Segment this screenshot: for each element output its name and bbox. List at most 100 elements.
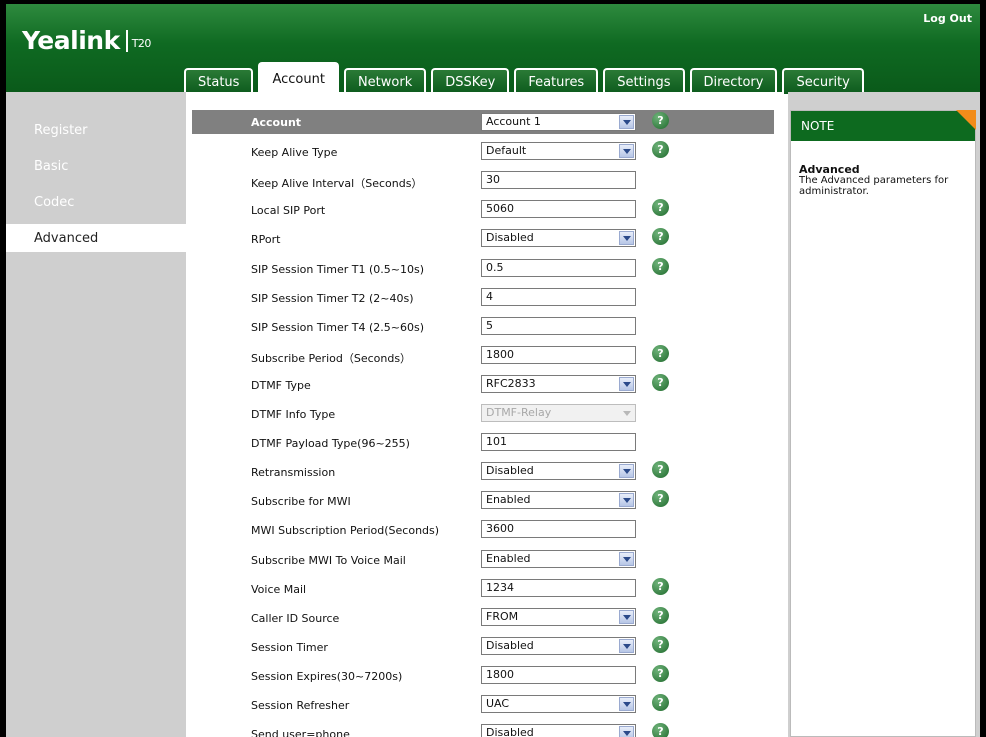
- form-row: Session Expires(30~7200s) 1800?: [186, 662, 786, 691]
- field-label: Subscribe Period（Seconds）: [251, 351, 412, 365]
- tab-security[interactable]: Security: [782, 68, 864, 94]
- help-icon[interactable]: ?: [652, 373, 669, 391]
- subscribe-mwi-to-voice-mail-select[interactable]: Enabled: [481, 549, 636, 568]
- dtmf-type-select[interactable]: RFC2833: [481, 374, 636, 393]
- tab-network[interactable]: Network: [343, 68, 427, 94]
- help-icon[interactable]: ?: [652, 606, 669, 624]
- help-icon[interactable]: ?: [652, 257, 669, 275]
- form-row: DTMF Type RFC2833?: [186, 371, 786, 400]
- sidebar-item-codec[interactable]: Codec: [6, 188, 186, 216]
- mwi-subscription-period-seconds-input[interactable]: 3600: [481, 520, 636, 539]
- field-label: Caller ID Source: [251, 611, 340, 625]
- help-icon[interactable]: ?: [652, 141, 669, 159]
- help-icon[interactable]: ?: [652, 461, 669, 479]
- tab-features[interactable]: Features: [514, 68, 599, 94]
- session-expires-30-7200s-input[interactable]: 1800: [481, 665, 636, 684]
- help-icon[interactable]: ?: [652, 199, 669, 217]
- help-icon[interactable]: ?: [652, 664, 669, 682]
- select-value: FROM: [486, 609, 519, 623]
- chevron-down-icon[interactable]: [619, 726, 634, 737]
- retransmission-select[interactable]: Disabled: [481, 462, 636, 481]
- chevron-down-icon[interactable]: [619, 144, 634, 159]
- tab-directory[interactable]: Directory: [689, 68, 778, 94]
- field-label: Account: [251, 116, 302, 129]
- form-row: MWI Subscription Period(Seconds) 3600: [186, 516, 786, 545]
- header-bar: Yealink T20 Log Out Status Account Network D…: [6, 4, 980, 94]
- chevron-down-icon[interactable]: [619, 464, 634, 479]
- form-row: Subscribe Period（Seconds） 1800?: [186, 342, 786, 371]
- rport-select[interactable]: Disabled: [481, 229, 636, 248]
- select-value: UAC: [486, 697, 510, 710]
- field-label: DTMF Info Type: [251, 408, 336, 421]
- sip-session-timer-t1-0-5-10s-input[interactable]: 0.5: [481, 258, 636, 277]
- keep-alive-interval-seconds-input[interactable]: 30: [481, 171, 636, 190]
- field-label: Subscribe MWI To Voice Mail: [251, 553, 406, 567]
- select-value: Default: [486, 144, 527, 158]
- form-row: SIP Session Timer T1 (0.5~10s) 0.5?: [186, 255, 786, 284]
- select-value: Account 1: [486, 115, 541, 128]
- tab-status[interactable]: Status: [184, 68, 254, 94]
- help-icon[interactable]: ?: [652, 490, 669, 508]
- form-row: Local SIP Port 5060?: [186, 196, 786, 225]
- local-sip-port-input[interactable]: 5060: [481, 200, 636, 219]
- send-user-phone-select[interactable]: Disabled: [481, 724, 636, 737]
- help-icon[interactable]: ?: [652, 112, 669, 129]
- tab-dsskey[interactable]: DSSKey: [431, 68, 510, 94]
- tab-settings[interactable]: Settings: [603, 68, 685, 94]
- select-value: RFC2833: [486, 376, 536, 390]
- help-icon[interactable]: ?: [652, 723, 669, 737]
- help-icon[interactable]: ?: [652, 577, 669, 595]
- account-select[interactable]: Account 1: [481, 113, 636, 131]
- chevron-down-icon[interactable]: [619, 638, 634, 653]
- select-value: Enabled: [486, 551, 531, 565]
- field-label: RPort: [251, 233, 281, 247]
- voice-mail-input[interactable]: 1234: [481, 578, 636, 597]
- note-header: NOTE: [791, 111, 975, 141]
- chevron-down-icon[interactable]: [619, 493, 634, 508]
- field-label: Retransmission: [251, 466, 336, 480]
- field-label: SIP Session Timer T1 (0.5~10s): [251, 262, 424, 276]
- help-icon[interactable]: ?: [652, 694, 669, 711]
- model-name: T20: [131, 37, 152, 50]
- chevron-down-icon[interactable]: [619, 231, 634, 246]
- chevron-down-icon[interactable]: [619, 376, 634, 391]
- session-refresher-select[interactable]: UAC: [481, 695, 636, 713]
- help-icon[interactable]: ?: [652, 228, 669, 246]
- dtmf-payload-type-96-255-input[interactable]: 101: [481, 433, 636, 452]
- field-label: Subscribe for MWI: [251, 495, 351, 509]
- form-row: Session Timer Disabled?: [186, 633, 786, 662]
- tab-account[interactable]: Account: [258, 62, 339, 94]
- field-label: Keep Alive Interval（Seconds）: [251, 177, 423, 191]
- subscribe-period-seconds-input[interactable]: 1800: [481, 345, 636, 364]
- yealink-logo: Yealink T20: [22, 26, 151, 55]
- select-value: Enabled: [486, 493, 531, 507]
- sidebar-item-basic[interactable]: Basic: [6, 152, 186, 180]
- keep-alive-type-select[interactable]: Default: [481, 142, 636, 161]
- form-row: SIP Session Timer T4 (2.5~60s) 5: [186, 313, 786, 342]
- chevron-down-icon[interactable]: [619, 115, 634, 129]
- subscribe-for-mwi-select[interactable]: Enabled: [481, 491, 636, 510]
- sip-session-timer-t4-2-5-60s-input[interactable]: 5: [481, 316, 636, 335]
- note-panel: NOTE Advanced The Advanced parameters fo…: [788, 92, 980, 737]
- sidebar-item-advanced[interactable]: Advanced: [6, 224, 186, 252]
- sip-session-timer-t2-2-40s-input[interactable]: 4: [481, 287, 636, 306]
- help-icon[interactable]: ?: [652, 635, 669, 653]
- form-row: Send user=phone Disabled?: [186, 720, 786, 737]
- form-row: Session Refresher UAC?: [186, 691, 786, 720]
- field-label: MWI Subscription Period(Seconds): [251, 524, 440, 538]
- chevron-down-icon[interactable]: [619, 609, 634, 624]
- sidebar-item-register[interactable]: Register: [6, 116, 186, 144]
- field-label: SIP Session Timer T2 (2~40s): [251, 291, 414, 305]
- select-value: DTMF-Relay: [486, 406, 552, 419]
- chevron-down-icon[interactable]: [619, 697, 634, 711]
- form-row: RPort Disabled?: [186, 225, 786, 254]
- form-row: DTMF Info Type DTMF-Relay: [186, 400, 786, 429]
- form-row: Subscribe MWI To Voice Mail Enabled: [186, 546, 786, 575]
- chevron-down-icon[interactable]: [619, 551, 634, 566]
- field-label: Session Timer: [251, 640, 328, 654]
- caller-id-source-select[interactable]: FROM: [481, 607, 636, 626]
- help-icon[interactable]: ?: [652, 344, 669, 362]
- form-row: Subscribe for MWI Enabled?: [186, 487, 786, 516]
- logout-link[interactable]: Log Out: [923, 12, 972, 25]
- session-timer-select[interactable]: Disabled: [481, 636, 636, 655]
